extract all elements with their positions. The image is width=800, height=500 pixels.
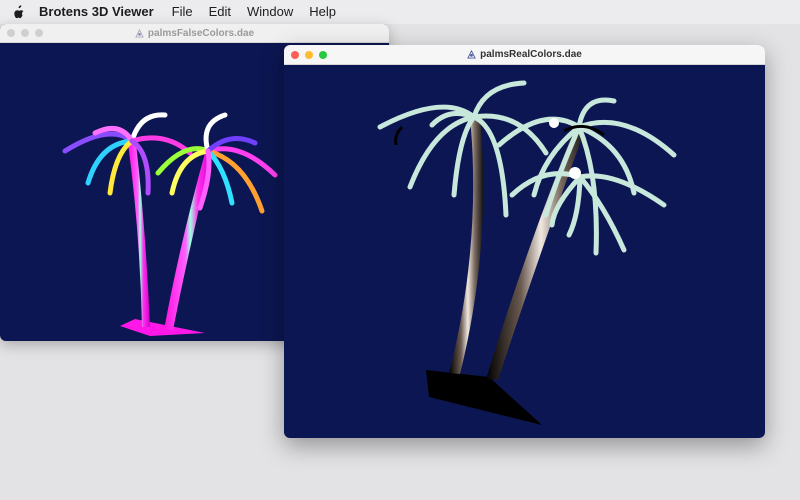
- document-icon: [467, 50, 476, 59]
- window-title: palmsFalseColors.dae: [147, 27, 255, 39]
- minimize-button[interactable]: [305, 51, 313, 59]
- menu-app-name[interactable]: Brotens 3D Viewer: [33, 0, 164, 24]
- window-titlebar[interactable]: palmsFalseColors.dae: [0, 24, 389, 43]
- 3d-viewport[interactable]: [284, 65, 765, 438]
- traffic-lights: [291, 51, 327, 59]
- zoom-button[interactable]: [319, 51, 327, 59]
- window-palms-real-colors[interactable]: palmsRealColors.dae: [284, 45, 765, 438]
- menu-file[interactable]: File: [164, 0, 201, 24]
- menu-bar: Brotens 3D Viewer File Edit Window Help: [0, 0, 800, 24]
- traffic-lights: [7, 29, 43, 37]
- menu-edit[interactable]: Edit: [201, 0, 239, 24]
- document-icon: [135, 28, 144, 38]
- menu-window[interactable]: Window: [239, 0, 301, 24]
- window-title: palmsRealColors.dae: [480, 49, 582, 60]
- menu-help[interactable]: Help: [301, 0, 344, 24]
- window-titlebar[interactable]: palmsRealColors.dae: [284, 45, 765, 65]
- apple-logo-icon[interactable]: [11, 5, 25, 19]
- palm-trees-model-real-colors[interactable]: [284, 65, 765, 438]
- zoom-button[interactable]: [35, 29, 43, 37]
- minimize-button[interactable]: [21, 29, 29, 37]
- close-button[interactable]: [291, 51, 299, 59]
- close-button[interactable]: [7, 29, 15, 37]
